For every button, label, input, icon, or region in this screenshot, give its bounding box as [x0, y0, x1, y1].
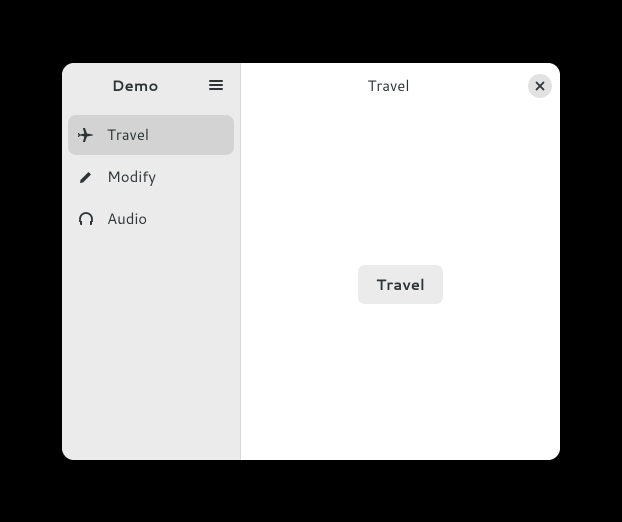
sidebar-list: Travel Modify Audio — [62, 109, 240, 245]
content-title: Travel — [249, 75, 528, 96]
pencil-icon — [78, 169, 94, 185]
main-window: Demo Travel — [62, 63, 560, 460]
sidebar: Demo Travel — [62, 63, 241, 460]
content-pane: Travel Travel — [241, 63, 560, 460]
content-header: Travel — [241, 63, 560, 109]
hamburger-icon — [208, 77, 224, 93]
close-button[interactable] — [528, 74, 552, 98]
travel-button[interactable]: Travel — [358, 265, 443, 304]
airplane-icon — [78, 127, 94, 143]
headphones-icon — [78, 211, 94, 227]
sidebar-item-label: Travel — [107, 124, 149, 145]
sidebar-item-label: Modify — [107, 166, 156, 187]
close-icon — [535, 81, 545, 91]
sidebar-item-audio[interactable]: Audio — [68, 199, 234, 239]
content-body: Travel — [241, 109, 560, 460]
hamburger-menu-button[interactable] — [200, 69, 232, 101]
sidebar-item-label: Audio — [107, 208, 147, 229]
sidebar-title: Demo — [70, 75, 200, 96]
sidebar-item-modify[interactable]: Modify — [68, 157, 234, 197]
sidebar-header: Demo — [62, 63, 240, 109]
sidebar-item-travel[interactable]: Travel — [68, 115, 234, 155]
